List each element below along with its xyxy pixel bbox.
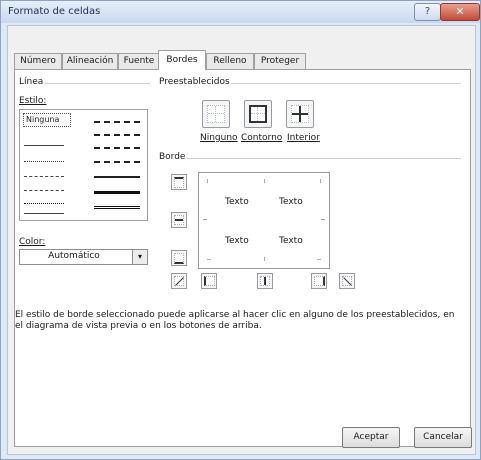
border-bottom-button[interactable] <box>171 250 187 266</box>
preview-text: Texto <box>279 197 303 207</box>
color-dropdown[interactable]: Automático ▾ <box>19 249 148 265</box>
border-top-icon <box>174 177 184 188</box>
preset-inside-label: Interior <box>287 133 320 143</box>
border-left-icon <box>204 276 215 286</box>
tab-bordes[interactable]: Bordes <box>158 50 206 70</box>
border-bottom-icon <box>174 253 184 264</box>
border-inside-vertical-icon <box>260 276 270 286</box>
style-option-dotted[interactable] <box>24 161 64 162</box>
style-option-dash-dot[interactable] <box>24 190 64 191</box>
diagonal-up-icon <box>174 276 184 286</box>
border-right-button[interactable] <box>311 273 327 289</box>
ok-button[interactable]: Aceptar <box>342 427 400 448</box>
tab-alineacion[interactable]: Alineación <box>62 53 118 69</box>
style-option-thick[interactable] <box>94 191 140 194</box>
window-title: Formato de celdas <box>8 6 101 17</box>
preview-text: Texto <box>225 197 249 207</box>
border-diagonal-up-button[interactable] <box>171 273 187 289</box>
style-option-medium[interactable] <box>94 176 140 178</box>
border-preview[interactable]: Texto Texto Texto Texto <box>198 172 330 269</box>
border-group-label: Borde <box>159 152 186 162</box>
style-option-none[interactable]: Ninguna <box>23 113 71 127</box>
style-option-medium-dashed[interactable] <box>94 161 140 163</box>
preview-corner-mark <box>207 259 211 260</box>
tab-relleno[interactable]: Relleno <box>206 53 254 69</box>
close-button[interactable]: ✕ <box>440 3 480 21</box>
cancel-button[interactable]: Cancelar <box>414 427 472 448</box>
border-diagonal-down-button[interactable] <box>339 273 355 289</box>
style-option-double[interactable] <box>94 206 140 209</box>
dialog-window: Formato de celdas ? ✕ Número Alineación … <box>0 0 481 460</box>
title-bar: Formato de celdas ? ✕ <box>1 1 480 23</box>
tab-proteger[interactable]: Proteger <box>254 53 306 69</box>
presets-group-divider <box>231 83 461 84</box>
border-left-button[interactable] <box>201 273 217 289</box>
help-description: El estilo de borde seleccionado puede ap… <box>15 310 455 331</box>
style-option-slant-dash-dot[interactable] <box>94 134 140 136</box>
tab-fuente[interactable]: Fuente <box>118 53 160 69</box>
style-option-hairline[interactable] <box>24 145 64 146</box>
preview-text: Texto <box>225 236 249 246</box>
color-value: Automático <box>48 251 100 261</box>
preset-none-button[interactable] <box>202 100 230 128</box>
border-inside-vertical-button[interactable] <box>257 273 273 289</box>
line-group-divider <box>45 83 150 84</box>
preview-corner-mark <box>321 219 325 220</box>
preview-text: Texto <box>279 236 303 246</box>
preset-none-icon <box>207 105 225 123</box>
style-option-dashed-thin[interactable] <box>24 203 64 204</box>
color-label: Color: <box>19 237 46 247</box>
preview-corner-mark <box>317 259 321 260</box>
preview-corner-mark <box>207 179 208 183</box>
preview-corner-mark <box>264 179 265 183</box>
preview-corner-mark <box>320 179 321 183</box>
style-label: Estilo: <box>19 96 47 106</box>
diagonal-down-icon <box>342 276 352 286</box>
style-option-medium-dash-dot[interactable] <box>94 147 140 149</box>
border-inside-horizontal-button[interactable] <box>171 212 187 228</box>
border-group-divider <box>187 158 461 159</box>
preset-inside-icon <box>291 105 309 123</box>
preset-outline-label: Contorno <box>241 133 283 143</box>
help-button[interactable]: ? <box>414 3 441 21</box>
preview-corner-mark <box>264 257 265 261</box>
presets-group-label: Preestablecidos <box>159 77 230 87</box>
border-right-icon <box>314 276 325 286</box>
preview-corner-mark <box>203 219 207 220</box>
style-option-medium-dash-dot-dot[interactable] <box>94 121 140 123</box>
border-top-button[interactable] <box>171 174 187 190</box>
preset-outline-button[interactable] <box>244 100 272 128</box>
chevron-down-icon[interactable]: ▾ <box>132 250 147 264</box>
preset-none-label: Ninguno <box>200 133 238 143</box>
style-option-thin[interactable] <box>24 213 64 214</box>
border-inside-horizontal-icon <box>174 215 184 225</box>
preset-inside-button[interactable] <box>286 100 314 128</box>
line-group-label: Línea <box>19 77 44 87</box>
line-style-list[interactable]: Ninguna <box>19 109 148 221</box>
preset-outline-icon <box>249 105 267 123</box>
style-option-dash-dot-dot[interactable] <box>24 176 64 177</box>
tab-numero[interactable]: Número <box>14 53 62 69</box>
